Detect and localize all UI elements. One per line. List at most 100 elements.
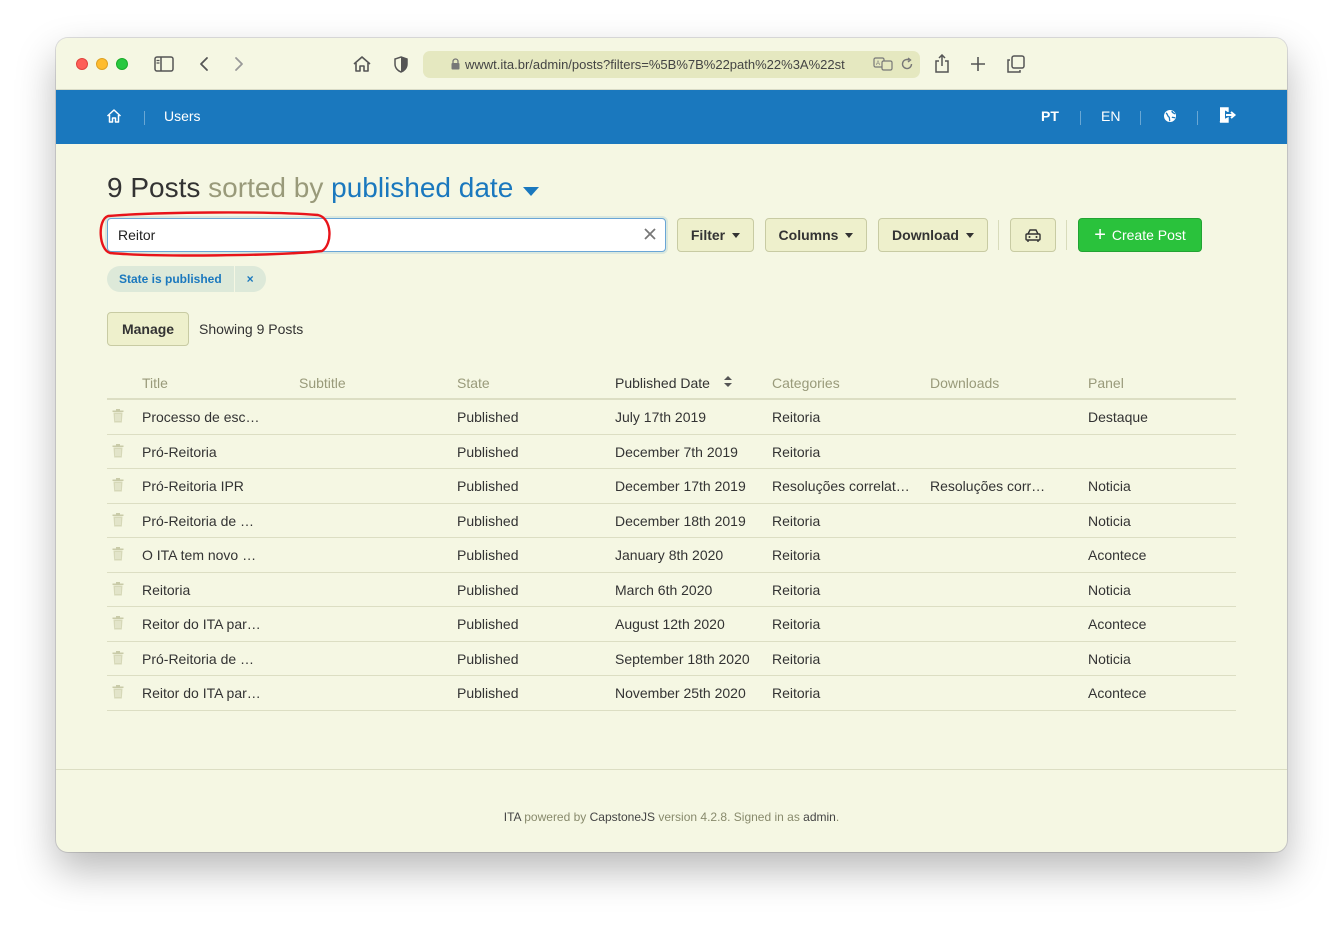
trash-icon[interactable] xyxy=(112,616,124,630)
filter-pill-label[interactable]: State is published xyxy=(107,266,234,292)
create-post-button[interactable]: + Create Post xyxy=(1078,218,1202,252)
column-header-downloads[interactable]: Downloads xyxy=(930,375,999,391)
zoom-window-button[interactable] xyxy=(116,58,128,70)
column-header-state[interactable]: State xyxy=(457,375,490,391)
new-tab-icon[interactable] xyxy=(969,52,987,76)
minimize-window-button[interactable] xyxy=(96,58,108,70)
cell-categories: Reitoria xyxy=(772,547,821,563)
car-icon xyxy=(1025,228,1041,242)
clear-icon[interactable] xyxy=(643,227,657,241)
sort-field-dropdown[interactable]: published date xyxy=(331,172,513,203)
column-header-subtitle[interactable]: Subtitle xyxy=(299,375,346,391)
chevron-down-icon xyxy=(732,232,741,238)
table-row[interactable]: Pró-Reitoria de … Published September 18th… xyxy=(107,642,1236,676)
trash-icon[interactable] xyxy=(112,443,124,458)
column-header-title[interactable]: Title xyxy=(142,375,168,391)
trash-icon[interactable] xyxy=(112,685,124,699)
translate-icon[interactable]: A xyxy=(873,57,893,71)
posts-table: Title Subtitle State Published Date Cate… xyxy=(107,370,1236,711)
cell-title[interactable]: Reitoria xyxy=(142,582,190,598)
close-window-button[interactable] xyxy=(76,58,88,70)
footer-brand: ITA xyxy=(503,810,521,824)
cell-title[interactable]: Pró-Reitoria IPR xyxy=(142,478,244,494)
share-icon[interactable] xyxy=(933,52,951,76)
table-row[interactable]: Reitor do ITA par… Published August 12th 2… xyxy=(107,607,1236,642)
back-icon[interactable] xyxy=(197,52,211,76)
table-row[interactable]: Pró-Reitoria de … Published December 18th … xyxy=(107,504,1236,538)
header-divider xyxy=(144,111,145,125)
cell-panel: Noticia xyxy=(1088,512,1131,529)
manage-button[interactable]: Manage xyxy=(107,312,189,346)
column-header-panel[interactable]: Panel xyxy=(1088,375,1124,391)
address-bar[interactable]: wwwt.ita.br/admin/posts?filters=%5B%7B%2… xyxy=(423,51,920,78)
sign-out-icon[interactable] xyxy=(1219,107,1237,123)
create-post-label: Create Post xyxy=(1111,227,1186,243)
column-header-label: Published Date xyxy=(615,375,710,391)
trash-icon[interactable] xyxy=(112,478,124,492)
trash-icon[interactable] xyxy=(112,581,124,596)
download-label: Download xyxy=(892,227,959,243)
table-row[interactable]: Processo de esc… Published July 17th 2019 R… xyxy=(107,400,1236,435)
lang-en-link[interactable]: EN xyxy=(1101,108,1120,124)
column-header-categories[interactable]: Categories xyxy=(772,375,840,391)
columns-button[interactable]: Columns xyxy=(765,218,867,252)
tabs-icon[interactable] xyxy=(1006,52,1026,76)
cell-title[interactable]: O ITA tem novo … xyxy=(142,547,256,563)
search-input[interactable] xyxy=(108,219,628,251)
plus-icon: + xyxy=(1094,224,1106,246)
chevron-down-icon[interactable] xyxy=(523,171,540,203)
download-button[interactable]: Download xyxy=(878,218,988,252)
forward-icon[interactable] xyxy=(232,52,246,76)
sidebar-icon[interactable] xyxy=(153,52,175,76)
table-row[interactable]: O ITA tem novo … Published January 8th 202… xyxy=(107,538,1236,573)
cell-panel: Noticia xyxy=(1088,581,1131,598)
globe-icon[interactable] xyxy=(1163,109,1177,123)
footer-signed-in-prefix: Signed in as xyxy=(733,810,800,824)
column-header-published-date[interactable]: Published Date xyxy=(615,375,732,392)
cell-title[interactable]: Pró-Reitoria de … xyxy=(142,651,254,667)
cell-title[interactable]: Reitor do ITA par… xyxy=(142,685,261,701)
expand-button[interactable] xyxy=(1010,218,1056,252)
page-title: 9 Posts sorted by published date xyxy=(107,171,540,206)
trash-icon[interactable] xyxy=(112,409,124,423)
cell-title[interactable]: Pró-Reitoria xyxy=(142,444,217,460)
shield-icon[interactable] xyxy=(393,52,409,76)
cell-panel: Acontece xyxy=(1088,547,1147,563)
footer-user-link[interactable]: admin xyxy=(803,810,836,824)
footer-text: ITA powered by CapstoneJS version 4.2.8.… xyxy=(56,810,1287,824)
cell-published-date: March 6th 2020 xyxy=(615,581,713,598)
cell-panel: Noticia xyxy=(1088,650,1131,667)
main-content: 9 Posts sorted by published date Filter … xyxy=(56,144,1287,769)
sorted-by-label: sorted by xyxy=(208,172,324,203)
table-header: Title Subtitle State Published Date Cate… xyxy=(107,370,1236,400)
table-row[interactable]: Reitoria Published March 6th 2020 Reitoria N… xyxy=(107,573,1236,607)
cell-published-date: December 18th 2019 xyxy=(615,512,746,529)
footer-framework-link[interactable]: CapstoneJS xyxy=(590,810,655,824)
home-icon[interactable] xyxy=(106,108,122,124)
nav-users-link[interactable]: Users xyxy=(164,108,201,124)
cell-title[interactable]: Processo de esc… xyxy=(142,409,260,425)
trash-icon[interactable] xyxy=(112,512,124,527)
reload-icon[interactable] xyxy=(901,57,914,71)
home-icon[interactable] xyxy=(351,52,373,76)
table-row[interactable]: Pró-Reitoria Published December 7th 2019 Re… xyxy=(107,435,1236,469)
cell-published-date: December 7th 2019 xyxy=(615,443,738,460)
browser-window: wwwt.ita.br/admin/posts?filters=%5B%7B%2… xyxy=(56,38,1287,852)
svg-text:A: A xyxy=(876,61,880,67)
cell-published-date: January 8th 2020 xyxy=(615,547,724,563)
cell-panel: Destaque xyxy=(1088,409,1148,425)
remove-filter-button[interactable]: × xyxy=(233,266,266,292)
cell-published-date: August 12th 2020 xyxy=(615,616,725,632)
cell-title[interactable]: Reitor do ITA par… xyxy=(142,616,261,632)
filter-button[interactable]: Filter xyxy=(677,218,754,252)
trash-icon[interactable] xyxy=(112,547,124,561)
table-row[interactable]: Pró-Reitoria IPR Published December 17th 2… xyxy=(107,469,1236,504)
cell-state: Published xyxy=(457,616,519,632)
columns-label: Columns xyxy=(778,227,839,243)
trash-icon[interactable] xyxy=(112,650,124,665)
cell-title[interactable]: Pró-Reitoria de … xyxy=(142,513,254,529)
lang-pt-link[interactable]: PT xyxy=(1041,108,1059,124)
table-row[interactable]: Reitor do ITA par… Published November 25th… xyxy=(107,676,1236,711)
footer: ITA powered by CapstoneJS version 4.2.8.… xyxy=(56,769,1287,852)
table-body: Processo de esc… Published July 17th 2019 R… xyxy=(107,400,1236,711)
